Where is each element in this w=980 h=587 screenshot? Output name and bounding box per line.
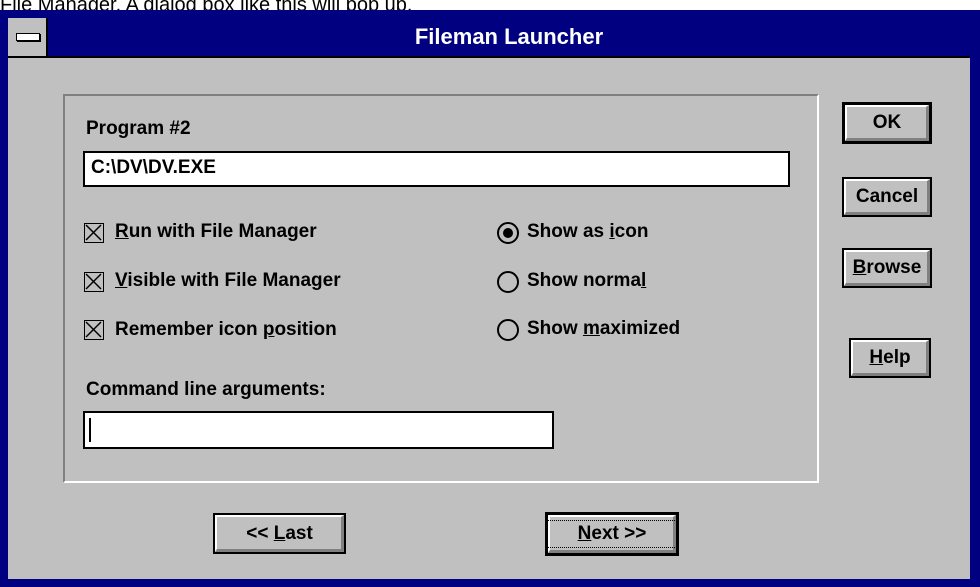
help-button[interactable]: Help	[849, 338, 931, 378]
program-path-input[interactable]: C:\DV\DV.EXE	[83, 151, 790, 187]
browse-button[interactable]: Browse	[842, 248, 932, 288]
checkbox-label: Remember icon position	[115, 319, 337, 340]
checkbox-label: Visible with File Manager	[115, 270, 341, 291]
cancel-button[interactable]: Cancel	[842, 177, 932, 217]
text-caret	[89, 418, 91, 442]
program-path-value: C:\DV\DV.EXE	[91, 157, 216, 178]
system-menu-button[interactable]	[8, 18, 48, 56]
checkbox-checked-icon	[84, 272, 104, 292]
ok-button[interactable]: OK	[842, 102, 932, 144]
radio-selected-icon	[497, 222, 519, 244]
checkbox-checked-icon	[84, 223, 104, 243]
command-line-arguments-label: Command line arguments:	[86, 379, 326, 400]
last-button[interactable]: << Last	[213, 513, 346, 554]
radio-label: Show normal	[527, 270, 647, 291]
dialog-client-area: Program #2 C:\DV\DV.EXE Run with File Ma…	[8, 58, 970, 579]
radio-unselected-icon	[497, 271, 519, 293]
radio-unselected-icon	[497, 319, 519, 341]
program-label: Program #2	[86, 118, 191, 139]
dialog-window: Fileman Launcher Program #2 C:\DV\DV.EXE…	[0, 10, 980, 587]
title-bar[interactable]: Fileman Launcher	[8, 18, 970, 58]
command-line-arguments-input[interactable]	[83, 411, 554, 449]
radio-label: Show maximized	[527, 318, 681, 339]
dialog-title: Fileman Launcher	[414, 24, 604, 49]
next-button[interactable]: Next >>	[545, 512, 679, 556]
system-menu-icon	[16, 33, 40, 41]
checkbox-checked-icon	[84, 320, 104, 340]
radio-label: Show as icon	[527, 221, 649, 242]
checkbox-label: Run with File Manager	[115, 221, 317, 242]
